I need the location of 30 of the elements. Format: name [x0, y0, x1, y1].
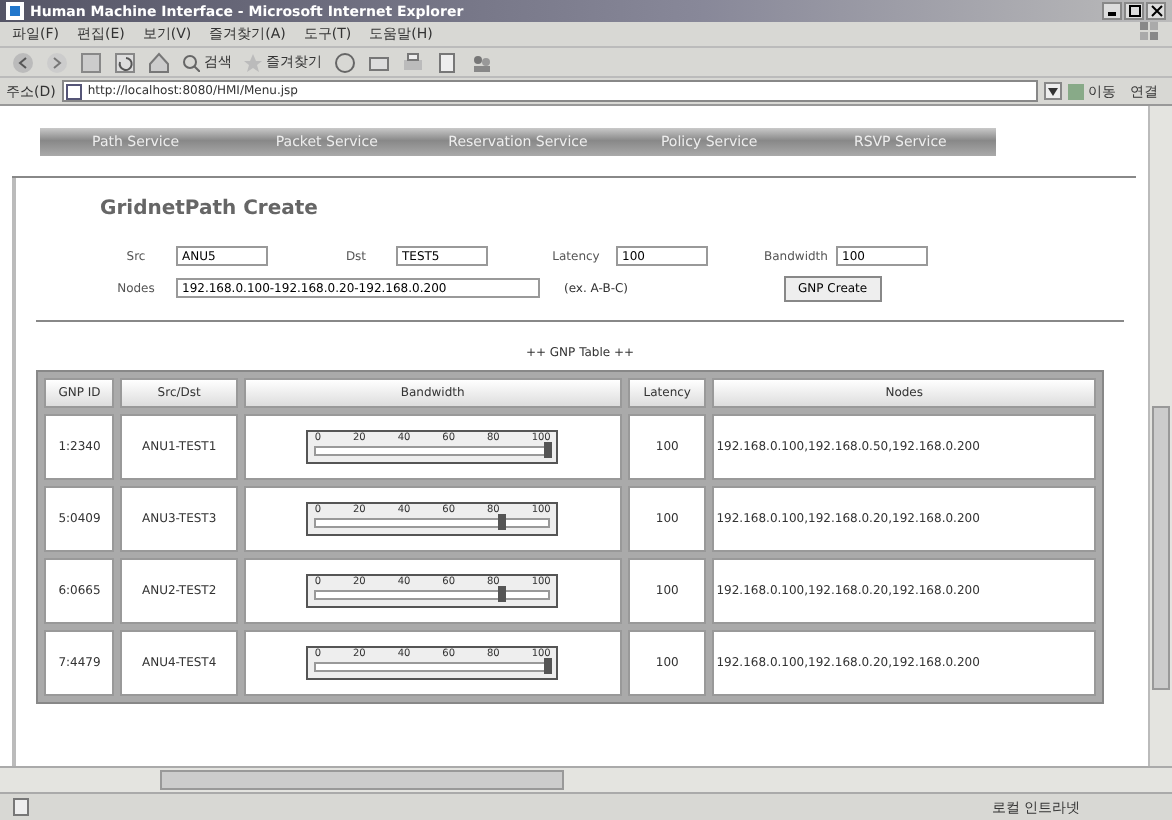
- caret-icon: [1048, 87, 1058, 95]
- refresh-icon[interactable]: [114, 51, 136, 73]
- vertical-scrollbar[interactable]: [1148, 106, 1172, 766]
- mail-icon[interactable]: [368, 51, 390, 73]
- go-icon: [1068, 83, 1084, 99]
- back-icon[interactable]: [12, 51, 34, 73]
- close-icon: [1149, 4, 1163, 18]
- home-icon[interactable]: [148, 51, 170, 73]
- form-title: GridnetPath Create: [100, 198, 320, 220]
- document-icon[interactable]: [436, 51, 458, 73]
- slider-thumb[interactable]: [544, 442, 553, 458]
- slider-thumb[interactable]: [498, 514, 507, 530]
- forward-icon[interactable]: [46, 51, 68, 73]
- close-button[interactable]: [1146, 2, 1166, 20]
- dropdown-button[interactable]: [1044, 82, 1062, 100]
- people-icon[interactable]: [470, 51, 492, 73]
- windows-logo-icon: [1140, 22, 1160, 46]
- maximize-button[interactable]: [1124, 2, 1144, 20]
- page-icon: [12, 798, 30, 816]
- horizontal-scrollbar[interactable]: [0, 766, 1172, 792]
- maximize-icon: [1127, 4, 1141, 18]
- minimize-button[interactable]: [1102, 2, 1122, 20]
- star-icon: [244, 53, 262, 71]
- slider-thumb[interactable]: [498, 586, 507, 602]
- search-icon: [182, 53, 200, 71]
- browser-icon: [6, 2, 24, 20]
- slider-thumb[interactable]: [544, 658, 553, 674]
- globe-icon[interactable]: [334, 51, 356, 73]
- page-icon: [65, 83, 82, 99]
- print-icon[interactable]: [402, 51, 424, 73]
